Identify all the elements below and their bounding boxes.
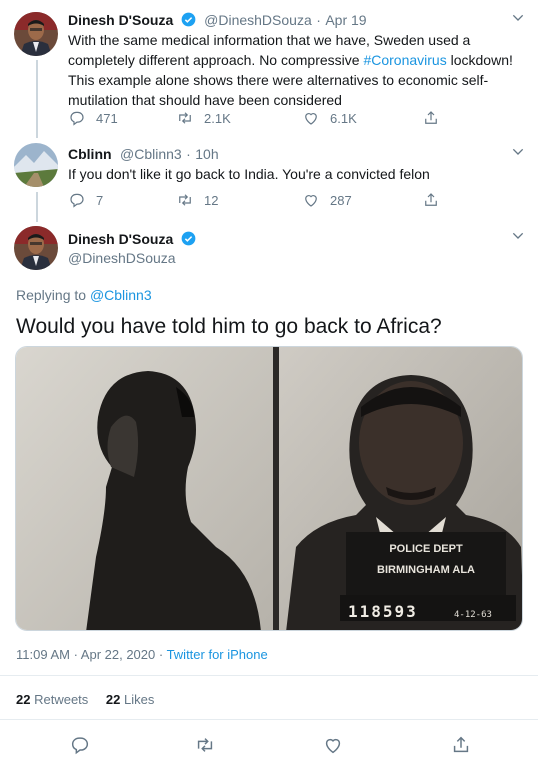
retweet-icon [179, 194, 191, 206]
engagement-stats: 22 Retweets 22 Likes [16, 692, 154, 707]
avatar[interactable] [14, 143, 58, 187]
divider [0, 719, 538, 720]
chevron-down-icon[interactable] [510, 228, 526, 244]
divider [0, 675, 538, 676]
thread-line [36, 60, 38, 138]
chevron-down-icon[interactable] [510, 10, 526, 26]
retweet-icon [179, 112, 191, 124]
retweet-count: 2.1K [204, 110, 231, 126]
display-name[interactable]: Dinesh D'Souza [68, 12, 173, 28]
retweet-icon[interactable] [194, 734, 216, 756]
share-icon [425, 193, 437, 206]
like-button[interactable]: 6.1K [302, 109, 422, 127]
placard-date: 4-12-63 [454, 610, 492, 620]
reply-button[interactable]: 471 [68, 109, 176, 127]
hashtag-link[interactable]: #Coronavirus [363, 52, 446, 68]
timestamp[interactable]: Apr 19 [325, 12, 366, 28]
retweets-stat[interactable]: 22 Retweets [16, 692, 88, 707]
handle[interactable]: @Cblinn3 [120, 146, 182, 162]
source-link[interactable]: Twitter for iPhone [167, 647, 268, 662]
replying-handle-link[interactable]: @Cblinn3 [90, 287, 152, 303]
reply-count: 7 [96, 192, 104, 208]
share-button[interactable] [422, 109, 450, 127]
retweet-count: 22 [16, 692, 31, 707]
action-bar: 471 2.1K 6.1K [68, 108, 458, 128]
like-label: Likes [124, 692, 155, 707]
mugshot-image: POLICE DEPT BIRMINGHAM ALA 118593 4-12-6… [16, 347, 522, 630]
chevron-down-icon[interactable] [510, 144, 526, 160]
like-count: 287 [330, 192, 352, 208]
replying-label: Replying to [16, 287, 90, 303]
placard-line1: POLICE DEPT [389, 543, 463, 555]
action-bar: 7 12 287 [68, 190, 458, 210]
share-button[interactable] [422, 191, 450, 209]
tweet-photo[interactable]: POLICE DEPT BIRMINGHAM ALA 118593 4-12-6… [15, 346, 523, 631]
main-tweet-text: Would you have told him to go back to Af… [16, 315, 442, 338]
retweet-count: 12 [204, 192, 219, 208]
timestamp[interactable]: 11:09 AM · Apr 22, 2020 · [16, 647, 167, 662]
tweet-text: With the same medical information that w… [68, 30, 518, 110]
retweet-button[interactable]: 12 [176, 191, 302, 209]
avatar[interactable] [14, 226, 58, 270]
tweet-header: Dinesh D'Souza [68, 231, 196, 249]
placard-number: 118593 [348, 602, 418, 621]
verified-badge-icon [181, 231, 196, 246]
heart-icon [305, 113, 317, 125]
reply-count: 471 [96, 110, 118, 126]
main-action-bar [0, 734, 538, 756]
display-name[interactable]: Dinesh D'Souza [68, 231, 173, 247]
separator: · [316, 12, 321, 28]
likes-stat[interactable]: 22 Likes [106, 692, 154, 707]
thread-line [36, 192, 38, 222]
retweet-button[interactable]: 2.1K [176, 109, 302, 127]
like-button[interactable]: 287 [302, 191, 422, 209]
replying-to: Replying to @Cblinn3 [16, 287, 152, 303]
verified-badge-icon [181, 12, 196, 27]
handle[interactable]: @DineshDSouza [204, 12, 312, 28]
tweet-header: Dinesh D'Souza @DineshDSouza · Apr 19 [68, 12, 367, 30]
display-name[interactable]: Cblinn [68, 146, 112, 162]
heart-icon[interactable] [322, 734, 344, 756]
share-icon [425, 111, 437, 124]
placard-line2: BIRMINGHAM ALA [377, 564, 475, 576]
tweet-timestamp-row: 11:09 AM · Apr 22, 2020 · Twitter for iP… [16, 647, 268, 662]
like-count: 22 [105, 692, 121, 707]
reply-button[interactable]: 7 [68, 191, 176, 209]
like-count: 6.1K [330, 110, 357, 126]
share-icon[interactable] [450, 734, 472, 756]
reply-icon[interactable] [69, 734, 91, 756]
tweet-header: Cblinn @Cblinn3 · 10h [68, 146, 219, 164]
reply-icon [70, 111, 84, 126]
avatar[interactable] [14, 12, 58, 56]
separator: · [186, 146, 191, 162]
handle[interactable]: @DineshDSouza [68, 250, 176, 266]
reply-icon [70, 193, 84, 208]
retweet-label: Retweets [34, 692, 89, 707]
heart-icon [305, 195, 317, 207]
timestamp[interactable]: 10h [195, 146, 218, 162]
tweet-text: If you don't like it go back to India. Y… [68, 166, 430, 182]
